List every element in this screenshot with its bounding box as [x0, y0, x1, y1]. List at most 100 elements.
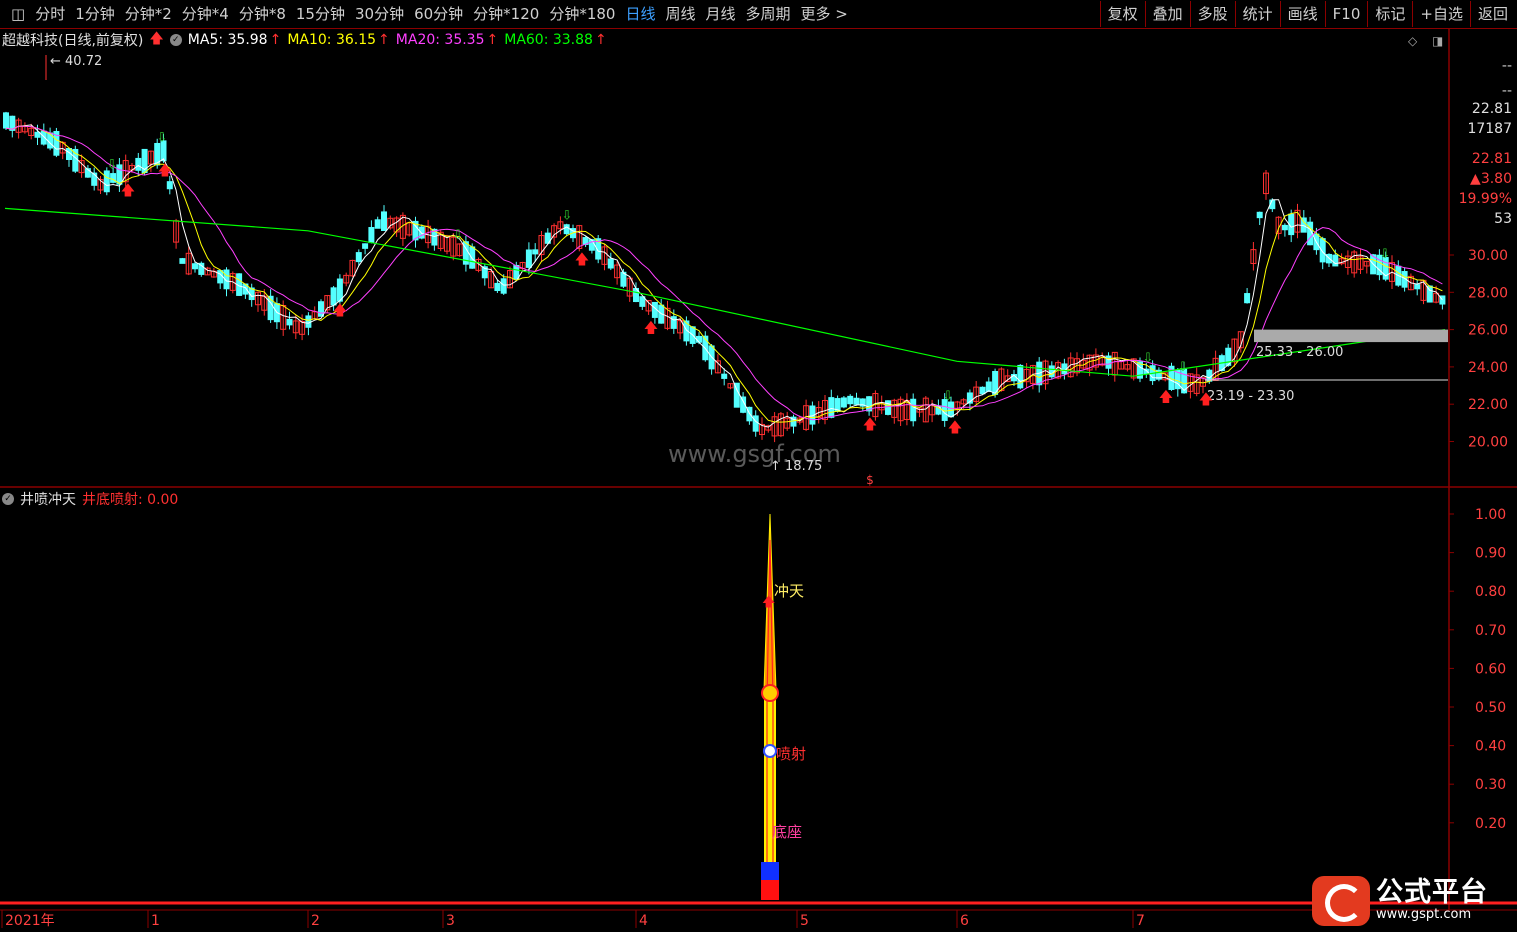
candle-body — [368, 227, 375, 244]
down-signal-icon: ⇩ — [107, 158, 118, 173]
price-range-band — [1254, 329, 1448, 343]
down-signal-icon: ⇩ — [157, 131, 168, 146]
price-tick-label: 26.00 — [1468, 323, 1508, 339]
candle-body — [607, 258, 614, 269]
up-signal-icon: 🡅 — [121, 183, 135, 199]
candle-body — [752, 415, 759, 432]
time-axis-label: 3 — [446, 913, 455, 929]
brand-logo: 公式平台 www.gspt.com — [1312, 874, 1512, 928]
indicator-tick-label: 0.30 — [1475, 777, 1506, 793]
candle-body — [1414, 284, 1421, 290]
range1-label: 25.33 - 26.00 — [1256, 345, 1343, 360]
time-axis-label: 4 — [639, 913, 648, 929]
candle-body — [985, 381, 992, 392]
candle-body — [362, 243, 369, 249]
diamond-icon: ◇ — [1408, 34, 1418, 48]
price-tick-label: 30.00 — [1468, 248, 1508, 264]
quote-info-value: 22.81 — [1472, 151, 1512, 167]
time-axis-label: 2021年 — [5, 913, 55, 929]
candle-body — [318, 301, 324, 317]
indicator-tick-label: 0.50 — [1475, 700, 1506, 716]
indicator-target-marker — [763, 744, 777, 758]
candle-body — [286, 318, 293, 326]
candle-body — [192, 263, 198, 270]
site-watermark: www.gsgf.com — [668, 440, 841, 468]
time-axis-label: 1 — [151, 913, 160, 929]
up-signal-icon: 🡅 — [948, 420, 962, 436]
time-axis-label: 7 — [1136, 913, 1145, 929]
candle-body — [847, 395, 854, 405]
indicator-circle-marker — [761, 684, 779, 702]
candle-body — [500, 278, 507, 294]
logo-g-icon — [1312, 876, 1370, 926]
logo-url: www.gspt.com — [1376, 907, 1472, 922]
candle-body — [179, 258, 186, 264]
up-signal-icon: 🡅 — [1159, 390, 1173, 406]
candle-body — [948, 401, 954, 418]
up-signal-icon: 🡅 — [575, 252, 589, 268]
down-signal-icon: ⇩ — [562, 208, 573, 223]
up-signal-icon: 🡅 — [333, 303, 347, 319]
candle-body — [381, 211, 387, 231]
candle-body — [696, 335, 702, 343]
candle-body — [1332, 254, 1339, 267]
chart-grid — [0, 28, 1517, 911]
indicator-tick-label: 0.60 — [1475, 661, 1506, 677]
candle-body — [513, 264, 520, 280]
candle-body — [979, 386, 986, 395]
indicator-bar-blue — [761, 862, 779, 880]
down-signal-icon: ⇩ — [1178, 360, 1189, 375]
quote-info-value: -- — [1502, 58, 1512, 74]
time-axis-label: 6 — [960, 913, 969, 929]
down-signal-icon: ⇩ — [1380, 247, 1391, 262]
quote-info-value: 19.99% — [1459, 191, 1512, 207]
candle-body — [1017, 364, 1024, 389]
candle-body — [563, 224, 570, 235]
candle-body — [135, 157, 142, 171]
candle-body — [355, 252, 362, 263]
candle-body — [103, 170, 110, 193]
indicator-label-low: 底座 — [772, 823, 802, 841]
candle-body — [532, 249, 539, 255]
candle-body — [1105, 355, 1112, 369]
candle-body — [494, 282, 501, 292]
up-signal-icon: 🡅 — [1199, 392, 1213, 408]
quote-info-value: 22.81 — [1472, 101, 1512, 117]
candle-body — [1244, 293, 1251, 304]
quote-info-value: 53 — [1494, 211, 1512, 227]
candle-body — [1281, 224, 1288, 231]
down-signal-icon: ⇩ — [943, 389, 954, 404]
candle-body — [336, 278, 343, 302]
candle-body — [1048, 365, 1055, 378]
candle-body — [166, 181, 173, 190]
candle-body — [721, 373, 728, 379]
range2-label: 23.19 - 23.30 — [1207, 389, 1294, 404]
candle-body — [34, 131, 41, 138]
time-axis-label: 5 — [800, 913, 809, 929]
price-tick-label: 24.00 — [1468, 360, 1508, 376]
candle-body — [1256, 211, 1263, 219]
quote-info-value: ▲3.80 — [1470, 171, 1512, 187]
panel-toggle-icon: ◨ — [1432, 34, 1443, 48]
price-tick-label: 28.00 — [1468, 285, 1508, 301]
indicator-tick-label: 0.90 — [1475, 546, 1506, 562]
candle-body — [3, 112, 9, 129]
indicator-bar-red — [761, 880, 779, 900]
candle-body — [840, 397, 847, 408]
indicator-tick-label: 0.40 — [1475, 739, 1506, 755]
candle-body — [374, 219, 381, 229]
high-label: ← 40.72 — [50, 54, 102, 69]
candle-body — [305, 315, 312, 328]
indicator-label-top: 冲天 — [774, 582, 804, 600]
candle-body — [828, 397, 835, 418]
indicator-label-mid: 喷射 — [776, 745, 806, 763]
indicator-layer: 🡅冲天喷射底座 — [761, 513, 806, 900]
price-tick-label: 20.00 — [1468, 435, 1508, 451]
indicator-tick-label: 0.80 — [1475, 584, 1506, 600]
logo-name: 公式平台 — [1376, 877, 1488, 908]
time-axis-label: 2 — [311, 913, 320, 929]
up-signal-icon: 🡅 — [863, 417, 877, 433]
candle-body — [72, 148, 79, 172]
up-signal-icon: 🡅 — [644, 320, 658, 336]
price-tick-label: 22.00 — [1468, 397, 1508, 413]
